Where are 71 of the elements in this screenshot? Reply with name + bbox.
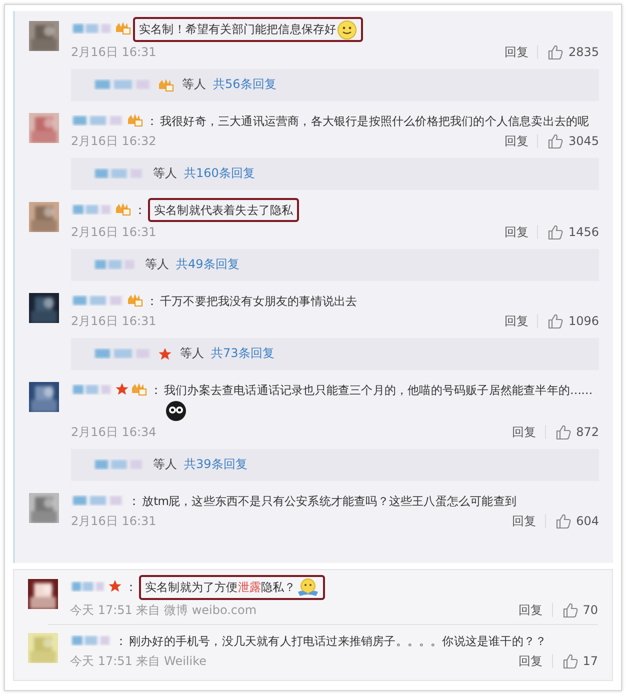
star-icon [115, 382, 129, 396]
reply-link[interactable]: 回复 [504, 132, 528, 149]
colon-text: ： [125, 579, 137, 596]
comment-text: 放tm屁，这些东西不是只有公安系统才能查吗？这些王八蛋怎么可能查到 [142, 494, 517, 508]
comment-text: 我很好奇，三大通讯运营商，各大银行是按照什么价格把我们的个人信息卖出去的呢 [160, 114, 590, 128]
reply-link[interactable]: 回复 [504, 224, 528, 240]
reply-link[interactable]: 回复 [512, 424, 536, 440]
reply-link[interactable]: 回复 [518, 652, 543, 669]
like-count: 872 [576, 424, 599, 440]
thumbs-up-icon [547, 132, 564, 149]
more-replies-link[interactable]: 共160条回复 [184, 165, 255, 182]
blurred-name [70, 579, 106, 594]
thumbs-up-icon [547, 312, 564, 329]
colon-text: ： [150, 382, 162, 399]
thumbs-up-icon [547, 224, 564, 240]
reply-link[interactable]: 回复 [518, 602, 543, 618]
more-replies-link[interactable]: 共73条回复 [211, 345, 274, 362]
comment-time: 2月16日 16:31 [71, 44, 156, 60]
comment-time: 2月16日 16:31 [71, 312, 156, 329]
vip-badge-icon [158, 78, 174, 92]
like-count: 70 [582, 602, 598, 618]
comment-text: 千万不要把我没有女朋友的事情说出去 [160, 294, 358, 308]
eyes-icon [165, 400, 187, 422]
comment-time: 今天 17:51 来自 微博 weibo.com [70, 602, 257, 618]
colon-text: ： [128, 492, 140, 510]
like-count: 2835 [568, 44, 599, 60]
thumbs-up-icon [555, 512, 572, 529]
vip-badge-icon [127, 112, 143, 127]
replies-label: 等人 [153, 456, 177, 474]
colon-text: ： [115, 632, 127, 650]
thumbs-up-icon [547, 44, 564, 60]
like-count: 1456 [568, 224, 599, 240]
comment-text: 实名制！希望有关部门能把信息保存好 [139, 22, 336, 36]
smiley-icon [337, 20, 358, 40]
comment-text: 刚办好的手机号，没几天就有人打电话过来推销房子。。。。你说这是谁干的？？ [129, 634, 547, 648]
like-count: 3045 [568, 132, 599, 149]
comment-text: 我们办案去查电话通话记录也只能查三个月的，他喵的号码贩子居然能查半年的…… [164, 382, 592, 397]
more-replies-link[interactable]: 共39条回复 [184, 456, 248, 474]
comment-time: 2月16日 16:31 [71, 224, 156, 240]
more-replies-link[interactable]: 共49条回复 [176, 256, 240, 274]
reply-link[interactable]: 回复 [512, 512, 536, 529]
star-icon [108, 579, 122, 593]
reply-link[interactable]: 回复 [504, 312, 528, 329]
comment-time: 今天 17:51 来自 Weilike [70, 652, 206, 669]
like-count: 17 [582, 652, 598, 669]
blurred-name [71, 21, 113, 36]
like-count: 604 [576, 512, 599, 529]
replies-label: 等人 [182, 76, 206, 94]
comment-time: 2月16日 16:32 [71, 132, 156, 149]
hugging-emoji-icon [296, 578, 319, 598]
colon-text: ： [146, 112, 158, 130]
vip-badge-icon [115, 202, 131, 216]
thumbs-up-icon [562, 652, 578, 669]
comment-time: 2月16日 16:34 [71, 424, 156, 440]
thumbs-up-icon [555, 424, 572, 440]
comment-text: 实名制就为了方便泄露隐私？ [145, 580, 296, 594]
colon-text: ： [146, 292, 158, 310]
colon-text: ： [134, 202, 146, 219]
replies-label: 等人 [153, 165, 177, 182]
vip-badge-icon [131, 382, 147, 396]
thumbs-up-icon [562, 602, 578, 618]
vip-badge-icon [127, 292, 143, 307]
vip-badge-icon [115, 21, 131, 35]
more-replies-link[interactable]: 共56条回复 [213, 76, 276, 94]
replies-label: 等人 [145, 256, 169, 274]
like-count: 1096 [568, 312, 599, 329]
comment-time: 2月16日 16:31 [71, 512, 156, 529]
star-icon [158, 346, 172, 361]
reply-link[interactable]: 回复 [504, 44, 528, 60]
comment-text: 实名制就代表着失去了隐私 [154, 202, 294, 217]
replies-label: 等人 [180, 345, 204, 362]
